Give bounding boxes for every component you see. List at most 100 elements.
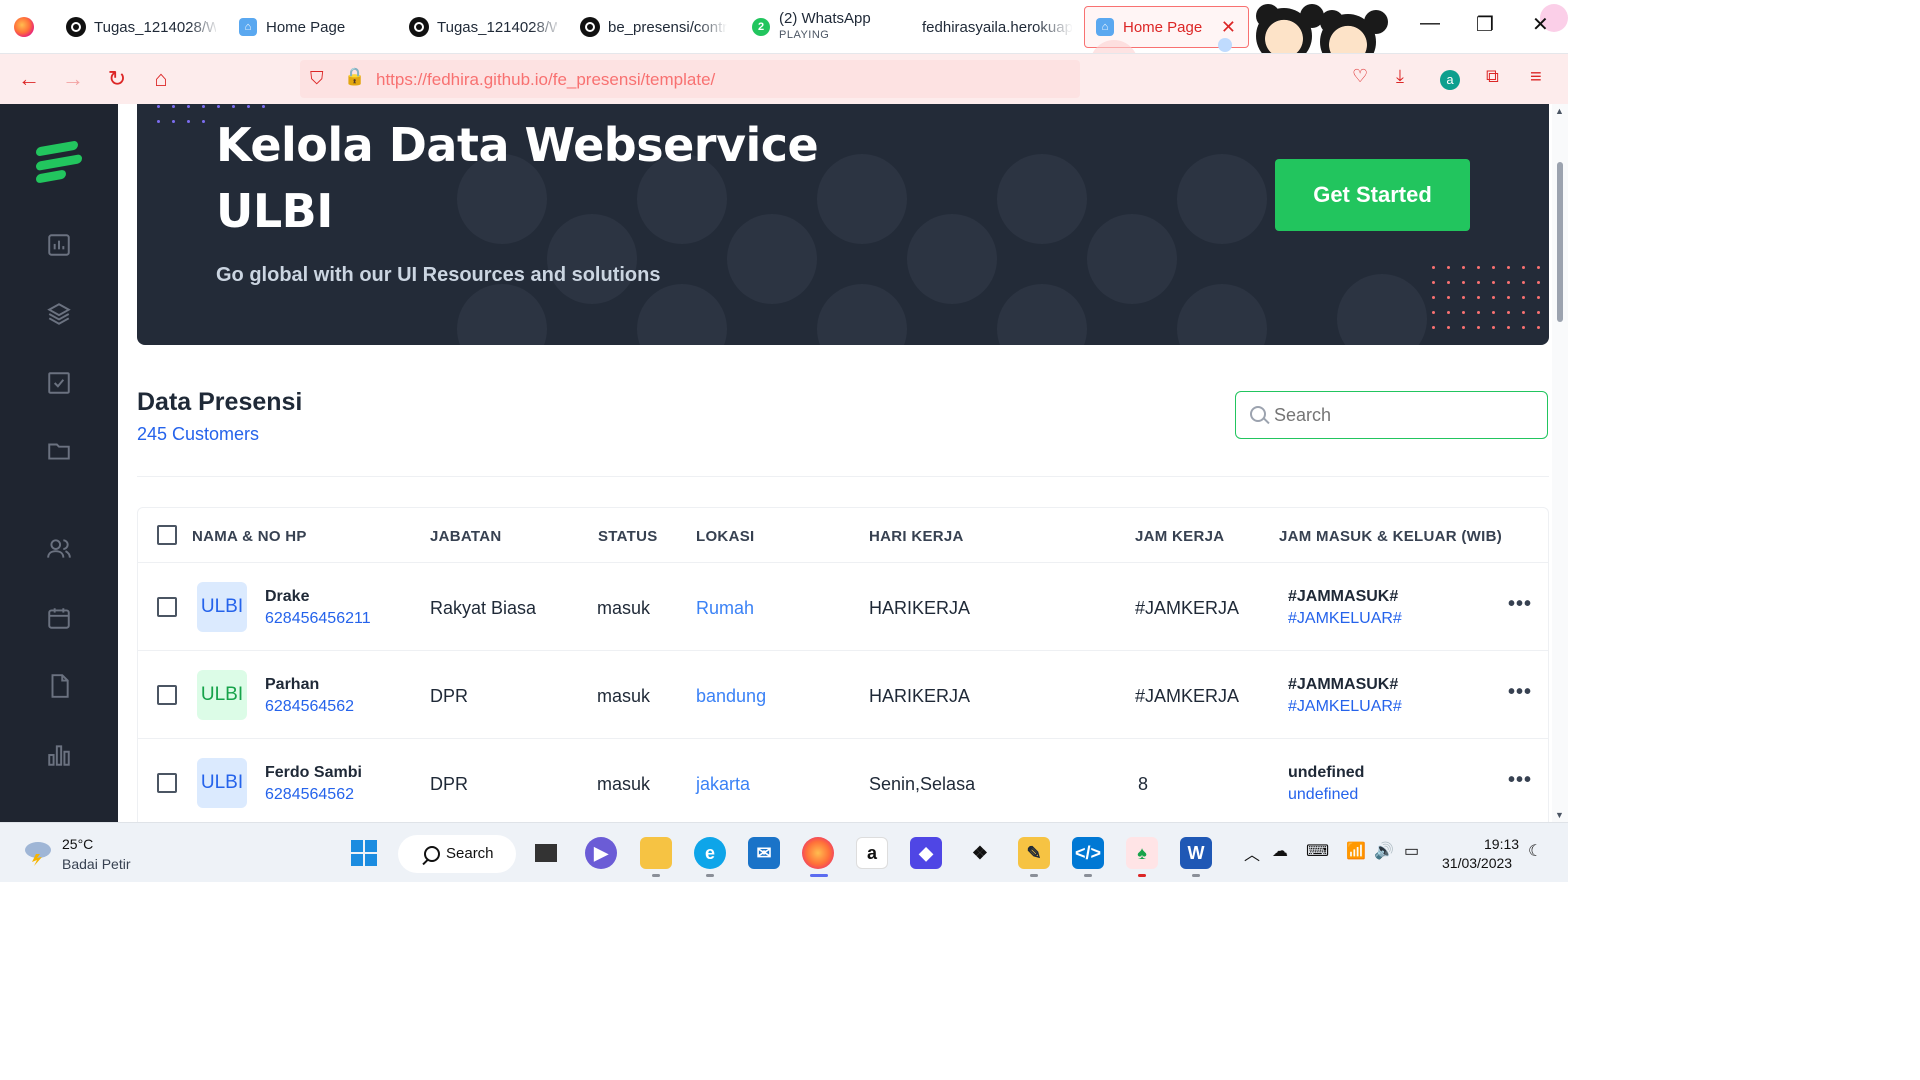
col-lokasi[interactable]: LOKASI [696, 528, 754, 545]
github-icon [409, 17, 429, 37]
thunderstorm-icon[interactable] [22, 838, 54, 866]
tab-title: fedhirasyaila.herokuap [922, 18, 1072, 36]
col-status[interactable]: STATUS [598, 528, 658, 545]
shield-icon[interactable]: ⛉ [310, 68, 324, 89]
row-checkbox[interactable] [157, 685, 177, 705]
page-scrollbar[interactable]: ▲ ▼ [1552, 104, 1568, 822]
get-started-button[interactable]: Get Started [1275, 159, 1470, 231]
minimize-icon[interactable]: — [1420, 12, 1440, 35]
table-row[interactable]: ULBI Ferdo Sambi 6284564562 DPR masuk ja… [138, 739, 1548, 822]
forward-icon[interactable]: → [58, 64, 88, 94]
select-all-checkbox[interactable] [157, 525, 177, 545]
reload-icon[interactable]: ↻ [102, 64, 132, 94]
table-row[interactable]: ULBI Parhan 6284564562 DPR masuk bandung… [138, 651, 1548, 739]
app-logo-icon[interactable] [36, 140, 82, 188]
onedrive-icon[interactable]: ☁ [1272, 841, 1288, 861]
scrollbar-thumb[interactable] [1557, 162, 1563, 322]
search-icon [1250, 406, 1266, 422]
edge-icon[interactable]: e [694, 837, 726, 869]
chevron-up-icon[interactable]: ︿ [1244, 841, 1260, 865]
status-cell: masuk [597, 598, 651, 618]
tab-whatsapp[interactable]: 2 (2) WhatsApp PLAYING [751, 6, 901, 48]
layers-icon [47, 303, 71, 325]
clock-date[interactable]: 31/03/2023 [1442, 855, 1512, 871]
maximize-icon[interactable]: ❐ [1476, 12, 1494, 37]
tab-github-2[interactable]: Tugas_1214028/W [409, 6, 557, 48]
back-icon[interactable]: ← [14, 64, 44, 94]
col-jam-kerja[interactable]: JAM KERJA [1135, 528, 1224, 545]
tab-playing-label: PLAYING [779, 29, 830, 41]
word-icon[interactable]: W [1180, 837, 1212, 869]
sidebar-item-calendar[interactable] [44, 603, 74, 633]
file-explorer-icon[interactable] [640, 837, 672, 869]
more-options-icon[interactable]: ••• [1508, 681, 1532, 704]
more-options-icon[interactable]: ••• [1508, 769, 1532, 792]
task-view-icon[interactable] [530, 837, 562, 869]
github-icon [580, 17, 600, 37]
mail-icon[interactable]: ✉ [748, 837, 780, 869]
url-text[interactable]: https://fedhira.github.io/fe_presensi/te… [376, 70, 715, 90]
wifi-icon[interactable]: 📶 [1346, 841, 1366, 861]
lock-icon[interactable]: 🔒 [344, 67, 365, 87]
vscode-icon[interactable]: </> [1072, 837, 1104, 869]
col-nama[interactable]: NAMA & NO HP [192, 528, 307, 545]
battery-icon[interactable]: ▭ [1404, 841, 1419, 861]
more-options-icon[interactable]: ••• [1508, 593, 1532, 616]
row-checkbox[interactable] [157, 773, 177, 793]
sidebar-item-folder[interactable] [44, 436, 74, 466]
jabatan-cell: Rakyat Biasa [430, 598, 537, 618]
jam-masuk-cell: undefined [1288, 764, 1365, 781]
folder-icon [48, 443, 70, 460]
sidebar-item-layers[interactable] [44, 299, 74, 329]
menu-icon[interactable]: ≡ [1530, 66, 1542, 89]
col-jam-masuk-keluar[interactable]: JAM MASUK & KELUAR (WIB) [1279, 528, 1502, 545]
jam-masuk-cell: #JAMMASUK# [1288, 588, 1399, 605]
search-box[interactable] [1235, 391, 1548, 439]
table-row[interactable]: ULBI Drake 628456456211 Rakyat Biasa mas… [138, 563, 1548, 651]
home-page-icon: ⌂ [238, 17, 258, 37]
dropbox-icon[interactable]: ❖ [964, 837, 996, 869]
notification-icon[interactable]: ☾ [1528, 841, 1542, 861]
search-input[interactable] [1274, 402, 1534, 428]
theme-bubble [1218, 38, 1232, 52]
sidebar-item-document[interactable] [44, 671, 74, 701]
address-bar[interactable]: ⛉ 🔒 https://fedhira.github.io/fe_presens… [300, 60, 1080, 98]
divider [137, 476, 1549, 477]
windows-start-icon[interactable] [348, 837, 380, 869]
tab-heroku[interactable]: fedhirasyaila.herokuap [922, 6, 1072, 48]
taskbar-search[interactable]: Search [398, 835, 516, 873]
close-tab-icon[interactable]: ✕ [1221, 17, 1236, 38]
scroll-up-icon[interactable]: ▲ [1555, 106, 1564, 116]
pocket-icon[interactable]: ♡ [1352, 66, 1368, 87]
clock-time[interactable]: 19:13 [1484, 836, 1519, 852]
col-hari-kerja[interactable]: HARI KERJA [869, 528, 964, 545]
sidebar-item-dashboard[interactable] [44, 230, 74, 260]
sidebar-item-tasks[interactable] [44, 368, 74, 398]
taskbar: 25°C Badai Petir Search ▶ e ✉ a ◆ ❖ ✎ </… [0, 822, 1568, 882]
weather-description[interactable]: Badai Petir [62, 856, 130, 872]
volume-icon[interactable]: 🔊 [1374, 841, 1394, 861]
keyboard-icon[interactable]: ⌨ [1306, 841, 1329, 861]
close-window-icon[interactable]: ✕ [1532, 12, 1549, 37]
firefox-taskbar-icon[interactable] [802, 837, 834, 869]
tab-home-page[interactable]: ⌂ Home Page [238, 6, 388, 48]
tab-github-1[interactable]: Tugas_1214028/W [66, 6, 216, 48]
weather-temperature[interactable]: 25°C [62, 836, 93, 852]
copilot-icon[interactable]: ◆ [910, 837, 942, 869]
sidebar-item-users[interactable] [44, 534, 74, 564]
whatsapp-icon: 2 [751, 17, 771, 37]
amazon-icon[interactable]: a [856, 837, 888, 869]
sticky-notes-icon[interactable]: ✎ [1018, 837, 1050, 869]
mongodb-icon[interactable]: ♠ [1126, 837, 1158, 869]
teams-chat-icon[interactable]: ▶ [585, 837, 617, 869]
extension-a-icon[interactable]: a [1440, 70, 1460, 90]
row-checkbox[interactable] [157, 597, 177, 617]
firefox-icon[interactable] [14, 17, 34, 37]
extensions-icon[interactable]: ⧉ [1486, 66, 1499, 87]
download-icon[interactable]: ⤓ [1396, 66, 1404, 87]
sidebar-item-reports[interactable] [44, 740, 74, 770]
home-icon[interactable]: ⌂ [146, 64, 176, 94]
scroll-down-icon[interactable]: ▼ [1555, 810, 1564, 820]
col-jabatan[interactable]: JABATAN [430, 528, 502, 545]
tab-github-3[interactable]: be_presensi/contr [580, 6, 728, 48]
